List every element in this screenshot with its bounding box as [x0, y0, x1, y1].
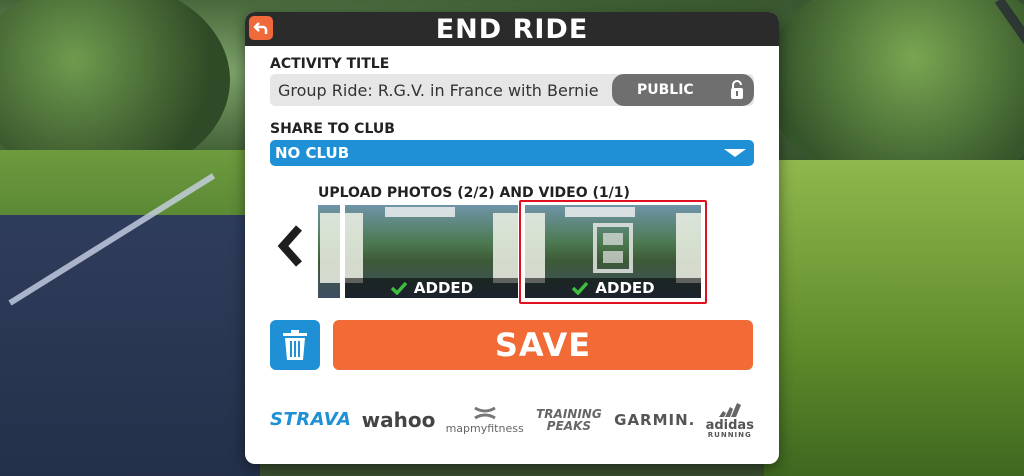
media-thumbnail[interactable]: [318, 205, 340, 298]
upload-media-label: UPLOAD PHOTOS (2/2) AND VIDEO (1/1): [318, 185, 630, 201]
trash-icon: [283, 330, 307, 360]
trainingpeaks-logo: TRAINING PEAKS: [536, 407, 602, 433]
adidas-running-text: RUNNING: [707, 431, 752, 439]
mapmyfitness-text: mapmyfitness: [445, 422, 524, 435]
undo-arrow-icon: [253, 22, 268, 34]
chevron-down-icon: [724, 149, 746, 157]
discard-ride-button[interactable]: [270, 320, 320, 370]
adidas-logo: adidas RUNNING: [706, 401, 754, 439]
save-button[interactable]: SAVE: [333, 320, 753, 370]
visibility-label: PUBLIC: [637, 82, 694, 98]
back-button[interactable]: [249, 16, 273, 40]
adidas-stripes-icon: [718, 403, 741, 417]
unlock-icon: [731, 80, 743, 99]
added-status: ADDED: [413, 279, 474, 297]
chevron-left-icon[interactable]: [275, 224, 305, 268]
garmin-logo: GARMIN.: [614, 410, 696, 429]
strava-logo: STRAVA: [270, 409, 352, 430]
share-to-club-label: SHARE TO CLUB: [270, 121, 395, 137]
selected-media-frame: [519, 200, 707, 304]
end-ride-dialog: END RIDE ACTIVITY TITLE PUBLIC SHARE TO …: [245, 12, 779, 464]
club-select-value: NO CLUB: [275, 144, 350, 162]
dialog-header: END RIDE: [245, 12, 779, 46]
partner-logos: STRAVA wahoo mapmyfitness TRAINING PEAKS…: [270, 400, 754, 440]
wahoo-logo: wahoo: [361, 408, 436, 432]
under-armour-icon: [473, 406, 496, 420]
activity-title-row: PUBLIC: [270, 74, 754, 106]
activity-title-label: ACTIVITY TITLE: [270, 56, 390, 72]
checkmark-icon: [390, 281, 408, 295]
activity-title-input[interactable]: [270, 74, 610, 106]
visibility-toggle-button[interactable]: PUBLIC: [612, 74, 754, 106]
dialog-title: END RIDE: [435, 13, 589, 45]
media-thumbnail[interactable]: ADDED: [345, 205, 518, 298]
club-select[interactable]: NO CLUB: [270, 140, 754, 166]
mapmyfitness-logo: mapmyfitness: [446, 406, 524, 434]
